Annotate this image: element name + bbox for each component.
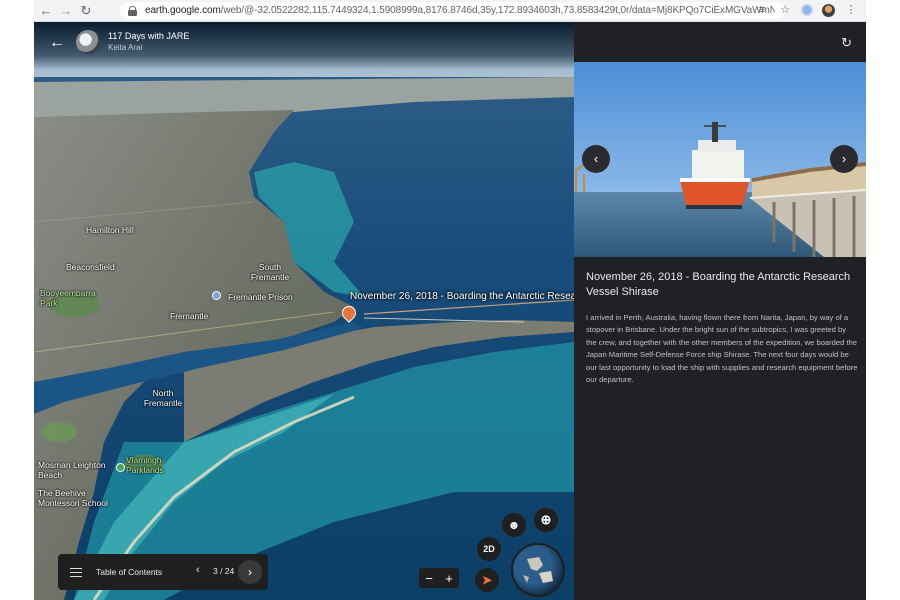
- park-pin-icon[interactable]: [116, 463, 125, 472]
- placemark-label[interactable]: November 26, 2018 - Boarding the Antarct…: [350, 291, 574, 302]
- zoom-control: − +: [419, 568, 459, 588]
- my-location-icon[interactable]: ⊕: [534, 508, 558, 532]
- star-bookmark-icon[interactable]: ☆: [778, 3, 792, 17]
- kebab-menu-icon[interactable]: ⋮: [844, 3, 858, 17]
- list-icon: [70, 567, 82, 577]
- reload-icon[interactable]: ↻: [78, 3, 94, 19]
- globe-minimap[interactable]: [511, 543, 565, 597]
- view-2d-button[interactable]: 2D: [477, 537, 501, 561]
- map-label: Mosman Leighton Beach: [38, 460, 106, 480]
- story-panel: ↻ ‹ › November 26, 2018 - Boarding the A…: [574, 22, 866, 600]
- next-slide-button[interactable]: ›: [238, 560, 262, 584]
- author-avatar: [76, 30, 100, 54]
- story-title: 117 Days with JARE: [108, 31, 190, 41]
- address-bar[interactable]: earth.google.com/web/@-32.0522282,115.74…: [120, 2, 786, 19]
- story-author: Keita Arai: [108, 43, 143, 52]
- map-label: Vlamingh Parklands: [126, 455, 164, 475]
- page-indicator: 3 / 24: [213, 566, 235, 576]
- extension-icon[interactable]: [801, 4, 813, 16]
- ship-photo: [574, 62, 866, 257]
- map-label: Booyeembarra Park: [40, 288, 96, 308]
- zoom-out-button[interactable]: −: [425, 571, 433, 586]
- next-photo-button[interactable]: ›: [830, 145, 858, 173]
- refresh-icon[interactable]: ↻: [841, 35, 852, 51]
- map-label: Beaconsfield: [66, 262, 115, 272]
- toc-label[interactable]: Table of Contents: [96, 567, 162, 577]
- landmark-pin-icon[interactable]: [212, 291, 221, 300]
- table-of-contents-bar[interactable]: Table of Contents ‹ 3 / 24 ›: [58, 554, 268, 590]
- forward-arrow-icon[interactable]: →: [58, 3, 74, 19]
- zoom-in-button[interactable]: +: [445, 571, 453, 586]
- profile-avatar-icon[interactable]: [822, 3, 835, 17]
- panel-body-text: I arrived in Perth, Australia, having fl…: [586, 313, 858, 385]
- browser-toolbar: ← → ↻ earth.google.com/web/@-32.0522282,…: [34, 0, 866, 22]
- map-label: Fremantle: [170, 311, 209, 321]
- url-domain: earth.google.com: [145, 5, 221, 16]
- compass-icon[interactable]: ➤: [475, 568, 499, 592]
- url-text: earth.google.com/web/@-32.0522282,115.74…: [145, 5, 775, 16]
- map-label: Hamilton Hill: [86, 225, 134, 235]
- map-label: The Beehive Montessori School: [38, 488, 108, 508]
- lock-icon: [128, 5, 137, 16]
- back-arrow-icon[interactable]: ←: [49, 35, 65, 51]
- map-label: South Fremantle: [250, 262, 290, 282]
- previous-photo-button[interactable]: ‹: [582, 145, 610, 173]
- url-path: /web/@-32.0522282,115.7449324,1.5908999a…: [220, 5, 775, 16]
- reader-mode-icon[interactable]: ≡: [755, 3, 769, 17]
- satellite-imagery: [34, 22, 574, 600]
- pegman-icon[interactable]: ☻: [502, 513, 526, 537]
- chevron-left-icon[interactable]: ‹: [196, 564, 200, 576]
- map-label: North Fremantle: [143, 388, 183, 408]
- back-arrow-icon[interactable]: ←: [38, 3, 54, 19]
- map-label: Fremantle Prison: [228, 292, 293, 302]
- panel-title: November 26, 2018 - Boarding the Antarct…: [586, 271, 851, 298]
- earth-map-view[interactable]: ← 117 Days with JARE Keita Arai Hamilton…: [34, 22, 574, 600]
